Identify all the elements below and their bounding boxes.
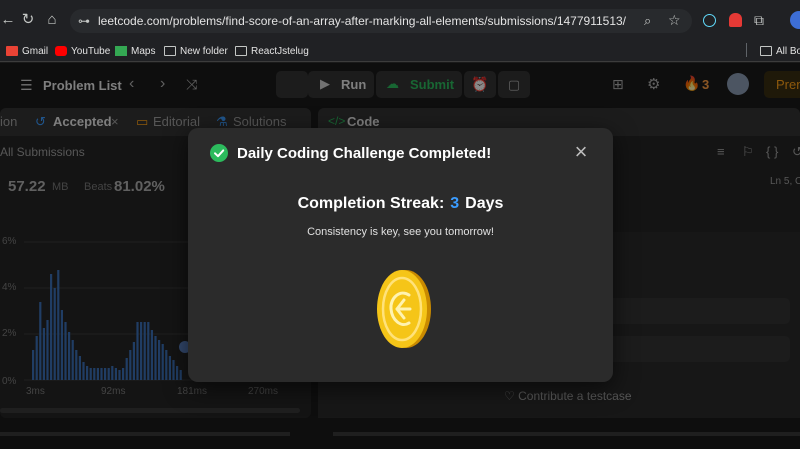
close-icon[interactable]: × [571, 141, 591, 163]
bookmark-new-folder[interactable]: New folder [164, 44, 228, 58]
bookmark-all-bookmarks[interactable]: All Boo [760, 44, 800, 58]
react-devtools-icon[interactable] [703, 14, 716, 27]
extension-icon[interactable] [729, 13, 742, 27]
streak-unit: Days [465, 195, 504, 212]
folder-icon [235, 46, 247, 56]
streak-label: Completion Streak: [297, 195, 445, 212]
bookmark-reactjstelug[interactable]: ReactJstelug [235, 44, 309, 58]
modal-subtitle: Consistency is key, see you tomorrow! [307, 226, 494, 238]
bookmark-star-icon[interactable]: ☆ [668, 12, 681, 29]
site-info-icon[interactable]: ⊶ [78, 14, 90, 28]
modal-title: Daily Coding Challenge Completed! [237, 145, 492, 162]
folder-icon [760, 46, 772, 56]
gold-coin-icon [377, 270, 431, 348]
home-icon[interactable]: ⌂ [44, 12, 60, 28]
bookmark-maps[interactable]: Maps [115, 44, 155, 58]
check-circle-icon [210, 144, 228, 162]
completion-streak: Completion Streak: 3 Days [188, 195, 613, 213]
address-bar[interactable]: ⊶ leetcode.com/problems/find-score-of-an… [70, 9, 692, 33]
streak-days-value: 3 [450, 195, 460, 212]
extensions-puzzle-icon[interactable]: ⧉ [754, 12, 764, 29]
bookmarks-divider [746, 43, 747, 57]
bookmarks-bar: Gmail YouTube Maps New folder ReactJstel… [0, 40, 800, 62]
browser-toolbar: ← ↻ ⌂ ⊶ leetcode.com/problems/find-score… [0, 0, 800, 40]
url-text: leetcode.com/problems/find-score-of-an-a… [98, 14, 627, 28]
daily-challenge-modal: Daily Coding Challenge Completed! × Comp… [188, 128, 613, 382]
bookmark-youtube[interactable]: YouTube [55, 44, 110, 58]
gmail-icon [6, 46, 18, 56]
maps-icon [115, 46, 127, 56]
back-icon[interactable]: ← [0, 12, 16, 28]
zoom-icon[interactable]: ⌕ [644, 13, 651, 29]
reload-icon[interactable]: ↻ [20, 12, 36, 28]
bookmark-gmail[interactable]: Gmail [6, 44, 48, 58]
youtube-icon [55, 46, 67, 56]
profile-avatar[interactable] [790, 11, 800, 29]
folder-icon [164, 46, 176, 56]
